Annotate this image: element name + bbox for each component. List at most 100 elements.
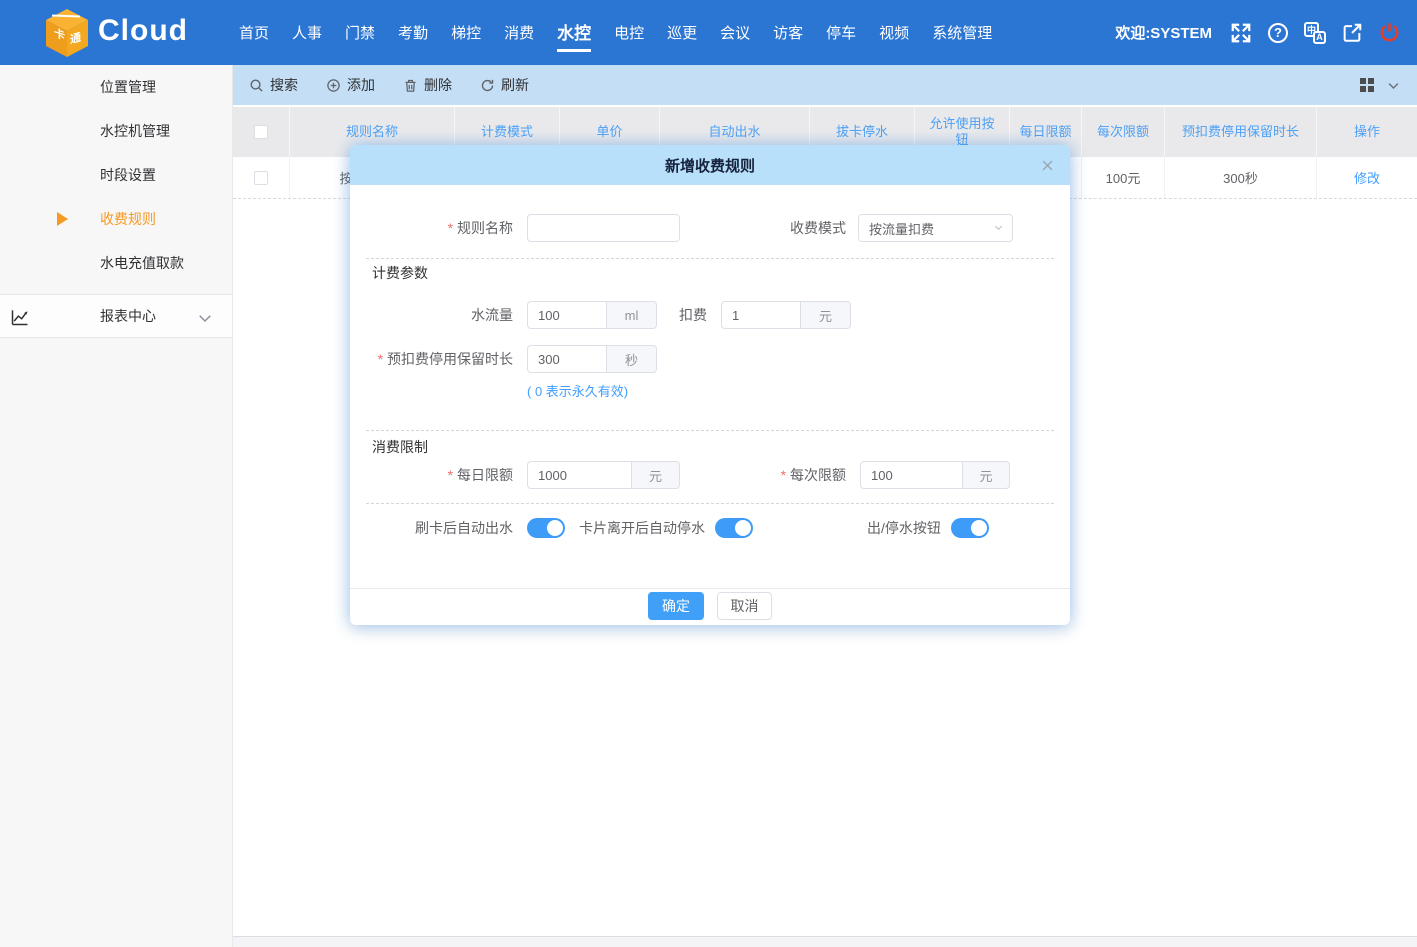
hold-time-hint: ( 0 表示永久有效) <box>527 381 628 400</box>
delete-label: 删除 <box>424 75 452 95</box>
select-all-checkbox[interactable] <box>254 125 268 139</box>
sidebar-item-report-center[interactable]: 报表中心 <box>0 294 232 338</box>
footer-divider <box>350 588 1070 589</box>
add-charge-rule-dialog: 新增收费规则 规则名称 收费模式 按流量扣费 计费参数 <box>350 145 1070 625</box>
toolbar-right <box>1360 78 1417 93</box>
auto-out-label: 刷卡后自动出水 <box>350 518 513 538</box>
limits-section-title: 消费限制 <box>372 437 428 457</box>
cancel-button[interactable]: 取消 <box>717 592 772 620</box>
hold-time-row: 预扣费停用保留时长 秒 <box>350 345 1070 373</box>
search-button[interactable]: 搜索 <box>249 75 298 95</box>
add-icon <box>326 78 341 93</box>
help-icon[interactable] <box>1266 21 1290 45</box>
grid-view-icon[interactable] <box>1360 78 1374 92</box>
horizontal-scrollbar[interactable] <box>233 936 1417 947</box>
hold-time-input[interactable] <box>527 345 607 373</box>
charge-mode-label: 收费模式 <box>790 218 846 238</box>
billing-section-title: 计费参数 <box>372 263 428 283</box>
nav-item-meeting[interactable]: 会议 <box>720 16 750 49</box>
sidebar-item-location[interactable]: 位置管理 <box>0 65 232 109</box>
auto-stop-toggle[interactable] <box>715 518 753 538</box>
row-checkbox[interactable] <box>254 171 268 185</box>
brand-name: Cloud <box>98 16 188 46</box>
nav-item-access[interactable]: 门禁 <box>345 16 375 49</box>
top-nav: 卡 通 Cloud One-Card Cloud Platform 首页 人事 … <box>0 0 1417 65</box>
charge-mode-select[interactable]: 按流量扣费 <box>858 214 1013 242</box>
sidebar-item-label: 位置管理 <box>100 77 156 97</box>
select-chevron-icon <box>993 221 1004 236</box>
sidebar: 位置管理 水控机管理 时段设置 收费规则 水电充值取款 报表中心 <box>0 65 233 947</box>
nav-item-attendance[interactable]: 考勤 <box>398 16 428 49</box>
header-hold-time: 预扣费停用保留时长 <box>1165 107 1317 157</box>
confirm-button[interactable]: 确定 <box>648 592 704 620</box>
nav-item-visitor[interactable]: 访客 <box>773 16 803 49</box>
nav-item-consume[interactable]: 消费 <box>504 16 534 49</box>
search-label: 搜索 <box>270 75 298 95</box>
sidebar-item-label: 水控机管理 <box>100 121 170 141</box>
water-flow-input[interactable] <box>527 301 607 329</box>
sidebar-item-recharge-withdraw[interactable]: 水电充值取款 <box>0 241 232 285</box>
rule-name-label: 规则名称 <box>350 218 513 238</box>
collapse-chevron-icon[interactable] <box>1386 78 1401 93</box>
fullscreen-icon[interactable] <box>1229 21 1253 45</box>
close-icon[interactable] <box>1038 156 1056 174</box>
nav-item-water-control[interactable]: 水控 <box>557 13 591 52</box>
delete-button[interactable]: 删除 <box>403 75 452 95</box>
refresh-icon <box>480 78 495 93</box>
water-flow-unit: ml <box>607 301 657 329</box>
cell-per-limit: 100元 <box>1082 157 1165 198</box>
sidebar-item-label: 时段设置 <box>100 165 156 185</box>
add-button[interactable]: 添加 <box>326 75 375 95</box>
sidebar-item-time-period[interactable]: 时段设置 <box>0 153 232 197</box>
separator <box>366 258 1054 259</box>
charge-mode-value: 按流量扣费 <box>869 219 934 238</box>
refresh-button[interactable]: 刷新 <box>480 75 529 95</box>
separator <box>366 503 1054 504</box>
external-link-icon[interactable] <box>1340 21 1364 45</box>
hold-time-unit: 秒 <box>607 345 657 373</box>
deduct-fee-input[interactable] <box>721 301 801 329</box>
brand-logo: 卡 通 Cloud One-Card Cloud Platform <box>0 0 233 65</box>
per-limit-input[interactable] <box>860 461 963 489</box>
nav-item-system[interactable]: 系统管理 <box>932 16 992 49</box>
nav-item-home[interactable]: 首页 <box>239 16 269 49</box>
out-stop-button-toggle[interactable] <box>951 518 989 538</box>
cell-hold-time: 300秒 <box>1165 157 1317 198</box>
main-nav: 首页 人事 门禁 考勤 梯控 消费 水控 电控 巡更 会议 访客 停车 视频 系… <box>239 13 992 52</box>
daily-limit-unit: 元 <box>632 461 680 489</box>
rule-name-input[interactable] <box>527 214 680 242</box>
rule-name-row: 规则名称 收费模式 按流量扣费 <box>350 214 1070 242</box>
dialog-header: 新增收费规则 <box>350 145 1070 185</box>
auto-out-toggle[interactable] <box>527 518 565 538</box>
translate-icon[interactable] <box>1303 21 1327 45</box>
nav-right-tools: 欢迎:SYSTEM <box>1115 21 1417 45</box>
nav-item-elevator[interactable]: 梯控 <box>451 16 481 49</box>
nav-item-electric[interactable]: 电控 <box>614 16 644 49</box>
toggles-row: 刷卡后自动出水 卡片离开后自动停水 出/停水按钮 <box>350 518 1070 538</box>
sidebar-item-charge-rules[interactable]: 收费规则 <box>0 197 232 241</box>
trash-icon <box>403 78 418 93</box>
per-limit-unit: 元 <box>963 461 1010 489</box>
report-center-label: 报表中心 <box>100 306 156 326</box>
water-flow-label: 水流量 <box>350 305 513 325</box>
separator <box>366 430 1054 431</box>
nav-item-video[interactable]: 视频 <box>879 16 909 49</box>
sidebar-item-water-machine[interactable]: 水控机管理 <box>0 109 232 153</box>
power-icon[interactable] <box>1377 21 1401 45</box>
hold-time-label: 预扣费停用保留时长 <box>350 349 513 369</box>
nav-item-parking[interactable]: 停车 <box>826 16 856 49</box>
toolbar: 搜索 添加 删除 刷新 <box>233 65 1417 105</box>
daily-limit-input[interactable] <box>527 461 632 489</box>
edit-link[interactable]: 修改 <box>1354 168 1380 187</box>
out-stop-button-label: 出/停水按钮 <box>867 518 941 538</box>
header-actions: 操作 <box>1317 107 1417 157</box>
deduct-fee-unit: 元 <box>801 301 851 329</box>
chart-icon <box>10 307 30 330</box>
search-icon <box>249 78 264 93</box>
nav-item-hr[interactable]: 人事 <box>292 16 322 49</box>
per-limit-label: 每次限额 <box>781 465 846 485</box>
add-label: 添加 <box>347 75 375 95</box>
water-flow-row: 水流量 ml 扣费 元 <box>350 301 1070 329</box>
nav-item-patrol[interactable]: 巡更 <box>667 16 697 49</box>
logo-cube-icon: 卡 通 <box>44 8 90 58</box>
